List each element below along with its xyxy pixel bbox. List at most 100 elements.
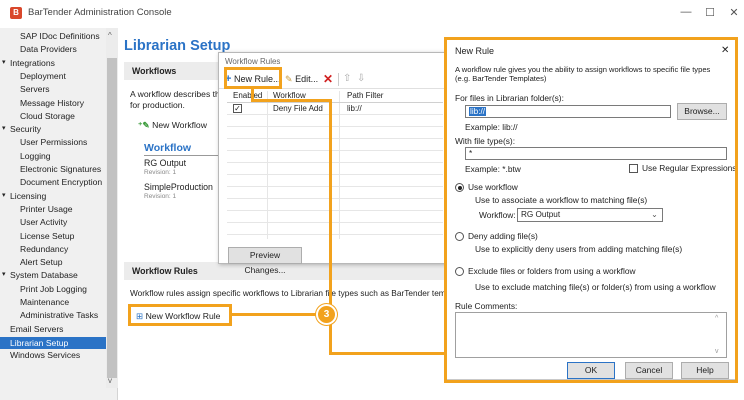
row-workflow: Deny File Add: [273, 104, 323, 113]
grid-divider: [227, 150, 443, 151]
row-path-filter: lib://: [347, 104, 362, 113]
sidebar-item-label: Redundancy: [20, 243, 69, 254]
sidebar-item-maintenance[interactable]: Maintenance: [20, 297, 69, 307]
expand-arrow-icon[interactable]: ▾: [2, 191, 6, 199]
sidebar-item-servers[interactable]: Servers: [20, 84, 50, 94]
move-up-icon[interactable]: ⇧: [343, 73, 351, 84]
annotation-connector: [329, 99, 332, 314]
sidebar-item-alert-setup[interactable]: Alert Setup: [20, 257, 63, 267]
grid-divider: [227, 198, 443, 199]
sidebar-item-user-activity[interactable]: User Activity: [20, 217, 67, 227]
edit-rule-label: Edit...: [295, 74, 319, 84]
edit-rule-button[interactable]: ✎ Edit...: [285, 74, 318, 85]
sidebar-item-label: Librarian Setup: [10, 337, 69, 348]
close-window-button[interactable]: ✕: [724, 6, 744, 19]
sidebar-item-label: Alert Setup: [20, 257, 63, 268]
sidebar-item-label: Deployment: [20, 70, 66, 81]
sidebar-item-label: Integrations: [10, 57, 55, 68]
sidebar-item-label: Message History: [20, 97, 84, 108]
page-title: Librarian Setup: [124, 38, 231, 54]
sidebar-item-label: System Database: [10, 270, 78, 281]
highlight-new-workflow-rule-link: [128, 304, 232, 326]
sidebar-item-label: Email Servers: [10, 323, 64, 334]
new-workflow-link[interactable]: ⁺✎ New Workflow: [138, 120, 207, 131]
sidebar-item-cloud-storage[interactable]: Cloud Storage: [20, 111, 75, 121]
rules-grid: Enabled Workflow Path Filter ✓ Deny File…: [227, 91, 443, 241]
sidebar-item-label: Logging: [20, 150, 51, 161]
sidebar-item-sap-idoc-definitions[interactable]: SAP IDoc Definitions: [20, 31, 100, 41]
preview-changes-button[interactable]: Preview Changes...: [228, 247, 302, 275]
sidebar-item-label: Servers: [20, 84, 50, 95]
sidebar-scroll-thumb[interactable]: [107, 58, 117, 378]
sidebar-item-label: User Activity: [20, 217, 68, 228]
workflows-section-header: Workflows: [124, 62, 220, 80]
workflow-rules-header-label: Workflow Rules: [132, 266, 198, 276]
sidebar-item-message-history[interactable]: Message History: [20, 98, 84, 108]
workflow-item-name[interactable]: SimpleProduction: [144, 182, 213, 192]
grid-divider: [227, 234, 443, 235]
sidebar-item-label: Cloud Storage: [20, 110, 75, 121]
enabled-checkbox[interactable]: ✓: [233, 104, 242, 113]
sidebar-item-label: Windows Services: [10, 350, 81, 361]
sidebar-item-librarian-setup[interactable]: Librarian Setup: [0, 336, 106, 349]
workflows-description: A workflow describes the l: [130, 89, 229, 99]
sidebar-item-logging[interactable]: Logging: [20, 151, 51, 161]
sidebar-item-label: Electronic Signatures: [20, 164, 102, 174]
column-header-path-filter: Path Filter: [347, 91, 384, 100]
expand-arrow-icon[interactable]: ▾: [2, 124, 6, 132]
sidebar-item-license-setup[interactable]: License Setup: [20, 231, 74, 241]
sidebar-item-label: Document Encryption: [20, 177, 103, 188]
sidebar-item-printer-usage[interactable]: Printer Usage: [20, 204, 73, 214]
sidebar-item-label: Security: [10, 124, 42, 135]
maximize-button[interactable]: ☐: [700, 6, 720, 19]
highlight-new-rule-dialog: [444, 37, 738, 383]
sidebar-item-windows-services[interactable]: Windows Services: [10, 350, 80, 360]
sidebar-item-security[interactable]: ▾ Security: [2, 124, 42, 135]
sidebar-nav: SAP IDoc Definitions Data Providers ▾ Integ…: [0, 28, 118, 400]
grid-divider: [227, 138, 443, 139]
sidebar-item-document-encryption[interactable]: Document Encryption: [20, 177, 102, 187]
workflow-item-revision: Revision: 1: [144, 193, 177, 200]
annotation-connector: [329, 352, 447, 355]
move-down-icon[interactable]: ⇩: [357, 73, 365, 84]
sidebar-item-label: Maintenance: [20, 297, 70, 307]
sidebar-item-redundancy[interactable]: Redundancy: [20, 244, 68, 254]
grid-divider: [227, 162, 443, 163]
table-row[interactable]: ✓ Deny File Add lib://: [227, 103, 443, 114]
sidebar-item-data-providers[interactable]: Data Providers: [20, 44, 77, 54]
workflows-description-cont: for production.: [130, 100, 185, 110]
sidebar-item-label: Data Providers: [20, 44, 77, 55]
scroll-down-icon[interactable]: v: [108, 376, 112, 385]
sidebar-item-label: User Permissions: [20, 137, 88, 148]
grid-divider: [227, 222, 443, 223]
grid-divider: [227, 174, 443, 175]
new-workflow-icon: ⁺✎: [138, 120, 150, 130]
sidebar-item-deployment[interactable]: Deployment: [20, 71, 66, 81]
grid-divider: [227, 126, 443, 127]
grid-divider: [227, 186, 443, 187]
workflows-header-label: Workflows: [132, 66, 177, 76]
sidebar-item-label: Licensing: [10, 190, 47, 201]
sidebar-item-integrations[interactable]: ▾ Integrations: [2, 57, 55, 68]
workflow-list-header: Workflow: [144, 142, 192, 154]
sidebar-item-licensing[interactable]: ▾ Licensing: [2, 190, 47, 201]
sidebar-item-electronic-signatures[interactable]: Electronic Signatures: [20, 164, 101, 174]
expand-arrow-icon[interactable]: ▾: [2, 58, 6, 66]
sidebar-item-system-database[interactable]: ▾ System Database: [2, 270, 78, 281]
sidebar-item-label: License Setup: [20, 230, 75, 241]
highlight-new-rule-button: [224, 67, 282, 89]
sidebar-item-label: Printer Usage: [20, 203, 73, 214]
annotation-connector: [251, 99, 332, 102]
sidebar-item-administrative-tasks[interactable]: Administrative Tasks: [20, 310, 98, 320]
expand-arrow-icon[interactable]: ▾: [2, 270, 6, 278]
sidebar-item-print-job-logging[interactable]: Print Job Logging: [20, 284, 87, 294]
scroll-up-icon[interactable]: ^: [108, 31, 112, 40]
workflow-item-revision: Revision: 1: [144, 169, 177, 176]
workflow-item-name[interactable]: RG Output: [144, 158, 186, 168]
toolbar-separator: [338, 73, 339, 86]
delete-icon[interactable]: ✕: [323, 72, 333, 86]
sidebar-item-email-servers[interactable]: Email Servers: [10, 324, 63, 334]
minimize-button[interactable]: —: [676, 6, 696, 18]
sidebar-item-label: Print Job Logging: [20, 283, 87, 294]
sidebar-item-user-permissions[interactable]: User Permissions: [20, 137, 87, 147]
